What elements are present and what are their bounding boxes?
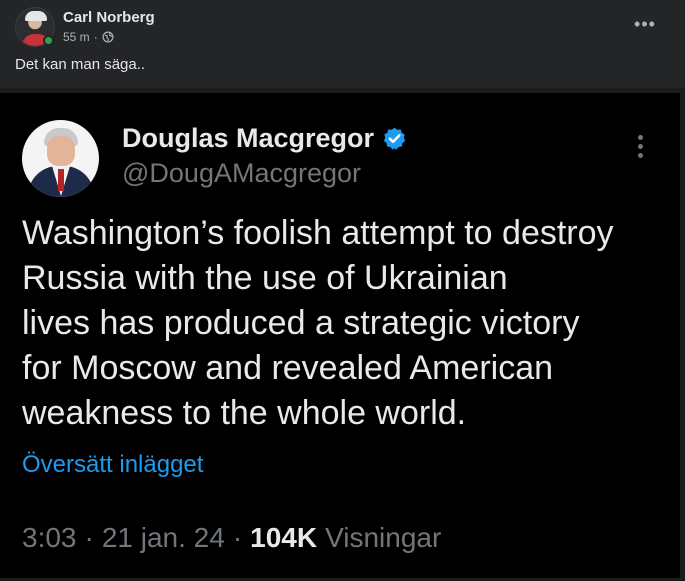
- tweet-more-options-icon: [630, 135, 650, 163]
- tweet-text: Washington’s foolish attempt to destroy …: [22, 211, 672, 436]
- tweet-author-handle: @DougAMacgregor: [122, 158, 362, 188]
- tweet-author-avatar: [22, 120, 99, 197]
- tweet-author-name: Douglas Macgregor: [122, 123, 375, 153]
- tweet-text-line: for Moscow and revealed American: [22, 349, 554, 387]
- tweet-date: 21 jan. 24: [101, 522, 225, 553]
- tweet-text-line: weakness to the whole world.: [22, 394, 467, 432]
- tweet-views-count: 104K: [250, 522, 318, 553]
- tweet-meta: 3:03 · 21 jan. 24 · 104K Visningar: [22, 522, 441, 554]
- post-time[interactable]: 55 m: [63, 30, 90, 44]
- meta-separator: ·: [93, 30, 98, 44]
- post-header: Carl Norberg 55 m · ••• Det kan man säga…: [0, 0, 685, 86]
- more-options-button[interactable]: •••: [632, 12, 658, 36]
- globe-icon[interactable]: [102, 31, 114, 43]
- tweet-meta-separator: ·: [84, 522, 94, 553]
- post-meta: 55 m ·: [63, 30, 114, 44]
- tweet-text-line: Washington’s foolish attempt to destroy: [22, 214, 614, 252]
- tweet-card: Douglas Macgregor @DougAMacgregor Washin…: [0, 93, 680, 578]
- author-name[interactable]: Carl Norberg: [63, 9, 155, 26]
- tweet-text-line: Russia with the use of Ukrainian: [22, 259, 508, 297]
- tweet-screenshot-image[interactable]: Douglas Macgregor @DougAMacgregor Washin…: [0, 88, 685, 581]
- facebook-post: Carl Norberg 55 m · ••• Det kan man säga…: [0, 0, 685, 581]
- tweet-meta-separator: ·: [232, 522, 243, 553]
- tweet-views-label: Visningar: [325, 522, 442, 553]
- post-text: Det kan man säga..: [15, 56, 146, 73]
- online-status-indicator: [43, 35, 54, 46]
- tweet-time: 3:03: [22, 522, 77, 553]
- verified-badge-icon: [383, 127, 406, 150]
- translate-post-link: Översätt inlägget: [22, 451, 204, 478]
- tweet-text-line: lives has produced a strategic victory: [22, 304, 580, 342]
- tweet-name-row: Douglas Macgregor: [122, 123, 407, 154]
